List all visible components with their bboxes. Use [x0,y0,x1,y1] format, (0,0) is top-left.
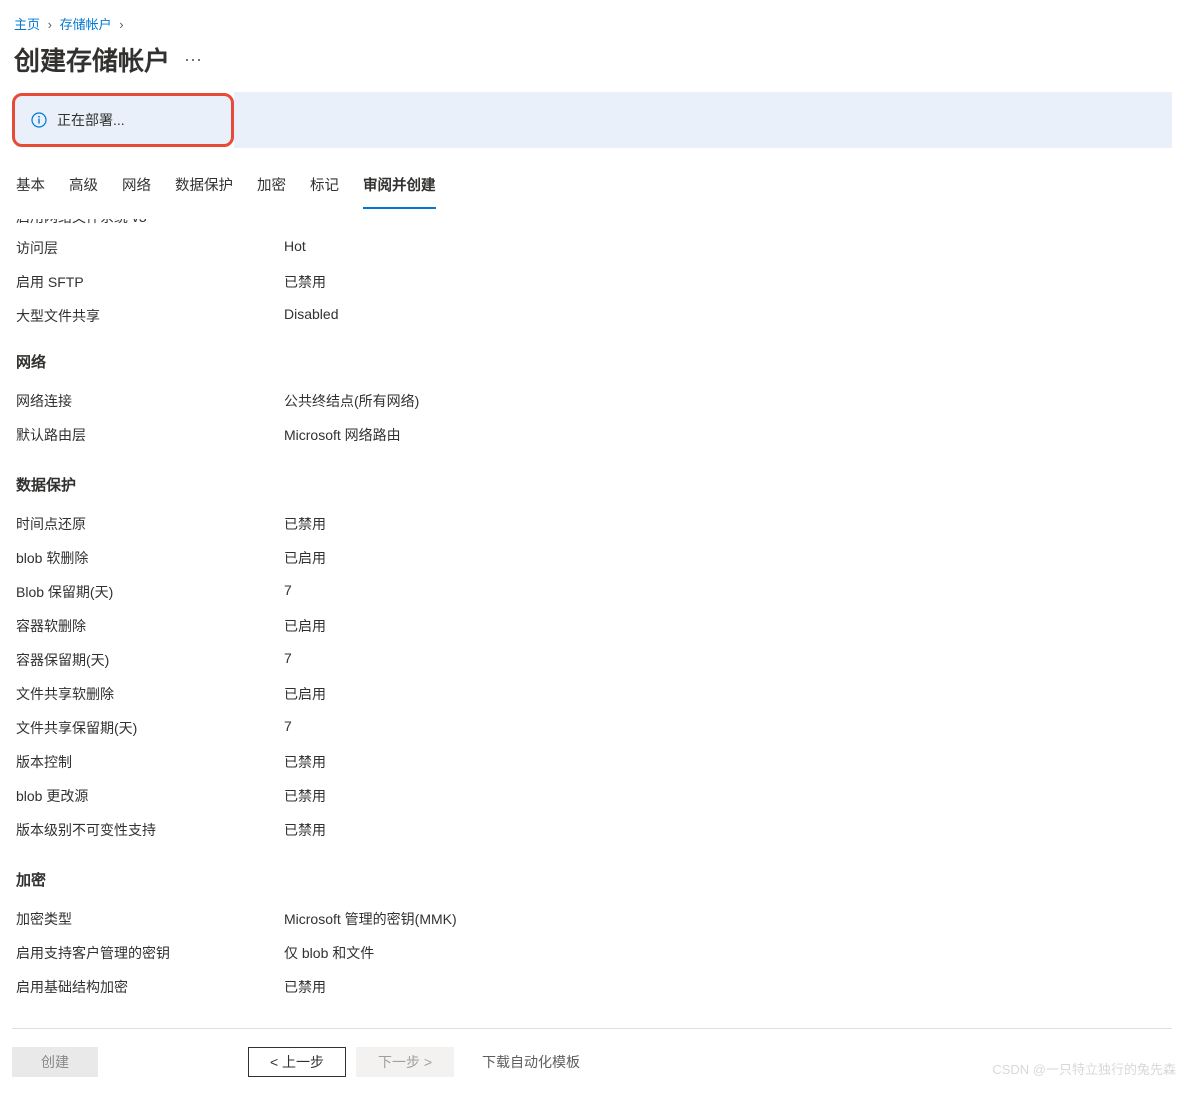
row-value: 仅 blob 和文件 [284,943,374,963]
page-title: 创建存储帐户 [14,41,170,78]
tab-advanced[interactable]: 高级 [69,170,98,209]
tab-bar: 基本 高级 网络 数据保护 加密 标记 审阅并创建 [12,148,1172,209]
table-row: Blob 保留期(天)7 [16,575,1168,609]
tab-data-protection[interactable]: 数据保护 [175,170,233,209]
status-banner: 正在部署... [12,92,1172,148]
info-icon [31,112,47,128]
table-row: 版本控制已禁用 [16,745,1168,779]
table-row: 加密类型Microsoft 管理的密钥(MMK) [16,902,1168,936]
table-row: 大型文件共享 Disabled [16,299,1168,333]
row-label: blob 软删除 [16,548,284,568]
row-label: 容器保留期(天) [16,650,284,670]
row-value: Hot [284,238,306,258]
row-label: 加密类型 [16,909,284,929]
row-label: Blob 保留期(天) [16,582,284,602]
row-value: 已启用 [284,548,326,568]
tab-network[interactable]: 网络 [122,170,151,209]
row-value: 已禁用 [284,820,326,840]
row-label: 容器软删除 [16,616,284,636]
row-label: 文件共享保留期(天) [16,718,284,738]
create-button[interactable]: 创建 [12,1047,98,1077]
review-content: 启用网络文件系统 v3 访问层 Hot 启用 SFTP 已禁用 大型文件共享 D… [12,209,1172,1004]
table-row: 启用 SFTP 已禁用 [16,265,1168,299]
row-value: 已禁用 [284,514,326,534]
more-actions-button[interactable]: ··· [184,49,202,70]
table-row: 容器保留期(天)7 [16,643,1168,677]
table-row: 文件共享软删除已启用 [16,677,1168,711]
section-heading-encryption: 加密 [16,847,1168,902]
row-label: 默认路由层 [16,425,284,445]
row-label: 访问层 [16,238,284,258]
download-template-link[interactable]: 下载自动化模板 [482,1052,580,1072]
row-value: 已禁用 [284,977,326,997]
section-heading-data-protection: 数据保护 [16,452,1168,507]
deployment-status: 正在部署... [12,93,234,147]
row-value: Disabled [284,306,338,326]
table-row: 文件共享保留期(天)7 [16,711,1168,745]
table-row: 启用支持客户管理的密钥仅 blob 和文件 [16,936,1168,970]
page-title-row: 创建存储帐户 ··· [12,39,1172,92]
table-row: 网络连接 公共终结点(所有网络) [16,384,1168,418]
table-row: 启用基础结构加密已禁用 [16,970,1168,1004]
table-row: 访问层 Hot [16,231,1168,265]
row-label: 版本级别不可变性支持 [16,820,284,840]
breadcrumb: 主页 › 存储帐户 › [12,10,1172,39]
previous-button[interactable]: < 上一步 [248,1047,346,1077]
tab-basic[interactable]: 基本 [16,170,45,209]
row-value: 已启用 [284,616,326,636]
row-label: 启用 SFTP [16,272,284,292]
row-label: 文件共享软删除 [16,684,284,704]
row-value: 7 [284,582,292,602]
row-value: 已禁用 [284,786,326,806]
row-value: 已禁用 [284,272,326,292]
row-label: 大型文件共享 [16,306,284,326]
row-label: 启用基础结构加密 [16,977,284,997]
row-label: blob 更改源 [16,786,284,806]
row-label: 启用支持客户管理的密钥 [16,943,284,963]
chevron-right-icon: › [119,17,123,32]
tab-tags[interactable]: 标记 [310,170,339,209]
row-value: 7 [284,650,292,670]
chevron-right-icon: › [48,17,52,32]
row-value: 公共终结点(所有网络) [284,391,419,411]
row-label: 网络连接 [16,391,284,411]
table-row: blob 更改源已禁用 [16,779,1168,813]
watermark: CSDN @一只特立独行的兔先森 [992,1059,1176,1078]
row-value: 已启用 [284,684,326,704]
table-row: 默认路由层 Microsoft 网络路由 [16,418,1168,452]
row-value: 7 [284,718,292,738]
tab-encryption[interactable]: 加密 [257,170,286,209]
table-row: 时间点还原已禁用 [16,507,1168,541]
deployment-status-text: 正在部署... [57,110,125,130]
status-banner-bg [234,92,1172,148]
partial-cut-row: 启用网络文件系统 v3 [16,219,1168,231]
breadcrumb-storage-accounts[interactable]: 存储帐户 [60,17,112,32]
table-row: 容器软删除已启用 [16,609,1168,643]
tab-review-create[interactable]: 审阅并创建 [363,170,436,209]
table-row: 版本级别不可变性支持已禁用 [16,813,1168,847]
section-heading-network: 网络 [16,333,1168,384]
row-value: Microsoft 网络路由 [284,425,401,445]
next-button: 下一步 > [356,1047,454,1077]
row-label: 版本控制 [16,752,284,772]
breadcrumb-home[interactable]: 主页 [14,17,40,32]
row-label: 时间点还原 [16,514,284,534]
table-row: blob 软删除已启用 [16,541,1168,575]
partial-cut-label: 启用网络文件系统 v3 [16,219,147,227]
row-value: 已禁用 [284,752,326,772]
row-value: Microsoft 管理的密钥(MMK) [284,909,457,929]
